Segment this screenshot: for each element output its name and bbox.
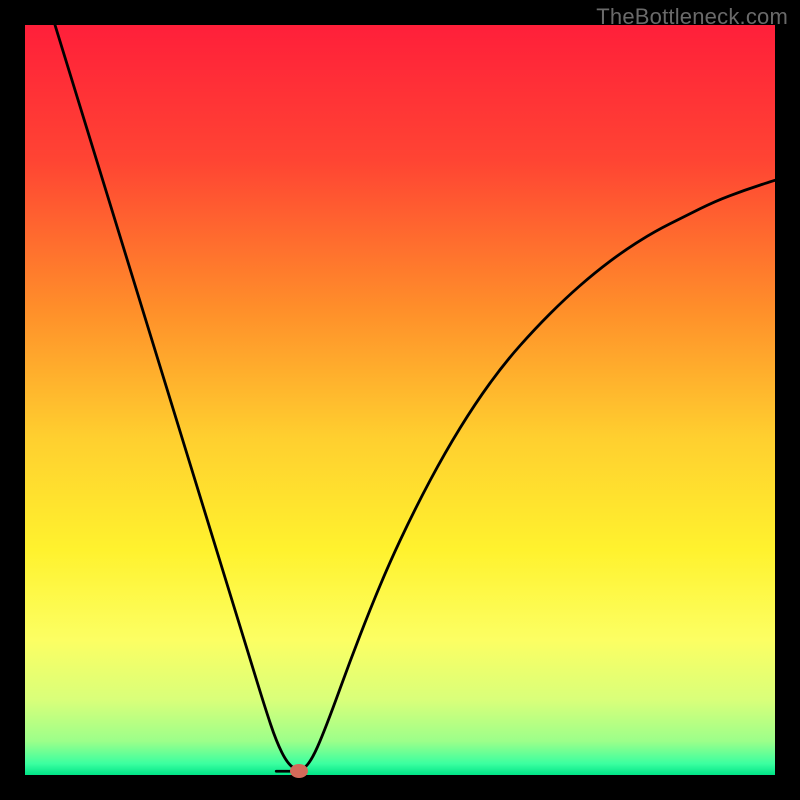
chart-plot-area (25, 25, 775, 775)
chart-background-gradient (25, 25, 775, 775)
optimal-point-marker (290, 764, 308, 778)
